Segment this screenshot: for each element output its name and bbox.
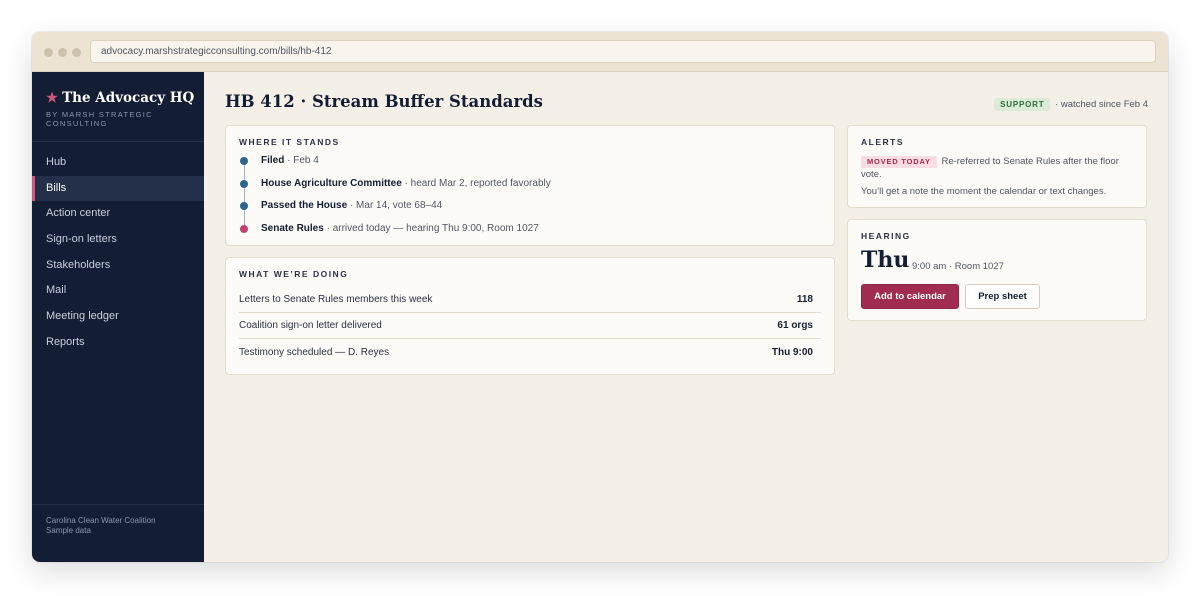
- hearing-detail: 9:00 am · Room 1027: [912, 261, 1004, 272]
- page-title: HB 412 · Stream Buffer Standards: [225, 92, 543, 111]
- brand-subtitle: BY MARSH STRATEGIC CONSULTING: [46, 110, 153, 128]
- where-it-stands-card: WHERE IT STANDS Filed · Feb 4 House Agri…: [225, 125, 835, 246]
- minimize-window-dot[interactable]: [58, 48, 67, 57]
- add-to-calendar-button[interactable]: Add to calendar: [861, 284, 959, 309]
- timeline-dot-icon: [240, 179, 248, 188]
- sidebar-nav: Hub Bills Action center Sign-on letters …: [32, 150, 204, 356]
- timeline-step: Filed · Feb 4: [239, 154, 821, 177]
- activity-value: Thu 9:00: [771, 346, 813, 358]
- sidebar-item-hub[interactable]: Hub: [32, 150, 204, 176]
- sidebar-item-reports[interactable]: Reports: [32, 330, 204, 356]
- timeline-step: House Agriculture Committee · heard Mar …: [239, 177, 821, 200]
- list-item: Coalition sign-on letter delivered 61 or…: [239, 313, 821, 339]
- prep-sheet-button[interactable]: Prep sheet: [965, 284, 1040, 309]
- timeline-step-detail: · arrived today — hearing Thu 9:00, Room…: [326, 223, 539, 235]
- timeline-dot-icon: [240, 157, 248, 165]
- main-content: HB 412 · Stream Buffer Standards SUPPORT…: [204, 72, 1168, 562]
- timeline-step-title: House Agriculture Committee: [261, 177, 402, 189]
- timeline-step-detail: · Feb 4: [287, 155, 319, 166]
- brand-name: The Advocacy HQ: [62, 90, 195, 106]
- alerts-card: ALERTS MOVED TODAY Re-referred to Senate…: [847, 125, 1147, 208]
- sidebar: ★ The Advocacy HQ BY MARSH STRATEGIC CONS…: [32, 72, 204, 562]
- sidebar-item-action-center[interactable]: Action center: [32, 201, 204, 227]
- list-item: Letters to Senate Rules members this wee…: [239, 287, 821, 313]
- alerts-heading: ALERTS: [861, 137, 904, 147]
- bill-status: SUPPORT · watched since Feb 4: [994, 98, 1148, 111]
- what-were-doing-heading: WHAT WE’RE DOING: [239, 269, 349, 279]
- list-item: Testimony scheduled — D. Reyes Thu 9:00: [239, 339, 821, 365]
- what-were-doing-card: WHAT WE’RE DOING Letters to Senate Rules…: [225, 257, 835, 375]
- activity-label: Coalition sign-on letter delivered: [239, 320, 382, 331]
- sidebar-item-meeting-ledger[interactable]: Meeting ledger: [32, 304, 204, 330]
- sidebar-item-stakeholders[interactable]: Stakeholders: [32, 253, 204, 279]
- sample-data-note: Sample data: [46, 526, 91, 535]
- hearing-heading: HEARING: [861, 231, 911, 241]
- sidebar-item-bills[interactable]: Bills: [32, 175, 204, 202]
- brand-title[interactable]: ★ The Advocacy HQ: [46, 90, 194, 106]
- hearing-day: Thu: [861, 247, 910, 273]
- watched-since-text: · watched since Feb 4: [1055, 99, 1148, 110]
- activity-list: Letters to Senate Rules members this wee…: [239, 287, 821, 365]
- browser-chrome: advocacy.marshstrategicconsulting.com/bi…: [32, 32, 1168, 72]
- star-icon: ★: [46, 90, 59, 106]
- timeline-step-title: Filed: [261, 155, 285, 166]
- brand: ★ The Advocacy HQ BY MARSH STRATEGIC CONS…: [32, 72, 204, 142]
- where-it-stands-heading: WHERE IT STANDS: [239, 137, 340, 147]
- alert-body: MOVED TODAY Re-referred to Senate Rules …: [861, 155, 1134, 198]
- maximize-window-dot[interactable]: [72, 48, 81, 57]
- moved-today-badge: MOVED TODAY: [861, 156, 937, 168]
- close-window-dot[interactable]: [44, 48, 53, 57]
- timeline-step-detail: · heard Mar 2, reported favorably: [404, 177, 551, 189]
- hearing-card: HEARING Thu 9:00 am · Room 1027 Add to c…: [847, 219, 1147, 321]
- timeline-current-dot-icon: [240, 225, 248, 234]
- support-badge: SUPPORT: [994, 98, 1051, 111]
- activity-label: Testimony scheduled — D. Reyes: [239, 346, 390, 358]
- timeline-step: Passed the House · Mar 14, vote 68–44: [239, 199, 821, 222]
- bill-timeline: Filed · Feb 4 House Agriculture Committe…: [239, 154, 821, 245]
- activity-label: Letters to Senate Rules members this wee…: [239, 294, 433, 305]
- address-bar[interactable]: advocacy.marshstrategicconsulting.com/bi…: [90, 40, 1156, 63]
- timeline-step-title: Passed the House: [261, 200, 348, 212]
- timeline-step-current: Senate Rules · arrived today — hearing T…: [239, 222, 821, 245]
- timeline-step-detail: · Mar 14, vote 68–44: [349, 200, 443, 212]
- alert-note: You’ll get a note the moment the calenda…: [861, 186, 1107, 197]
- timeline-dot-icon: [240, 202, 248, 211]
- sidebar-item-mail[interactable]: Mail: [32, 278, 204, 304]
- browser-window: advocacy.marshstrategicconsulting.com/bi…: [32, 32, 1168, 562]
- activity-value: 118: [796, 294, 813, 305]
- timeline-step-title: Senate Rules: [261, 223, 324, 235]
- activity-value: 61 orgs: [777, 320, 813, 331]
- sidebar-footer: Carolina Clean Water Coalition Sample da…: [32, 504, 204, 562]
- sidebar-item-sign-on-letters[interactable]: Sign-on letters: [32, 227, 204, 253]
- organization-name: Carolina Clean Water Coalition: [46, 516, 156, 525]
